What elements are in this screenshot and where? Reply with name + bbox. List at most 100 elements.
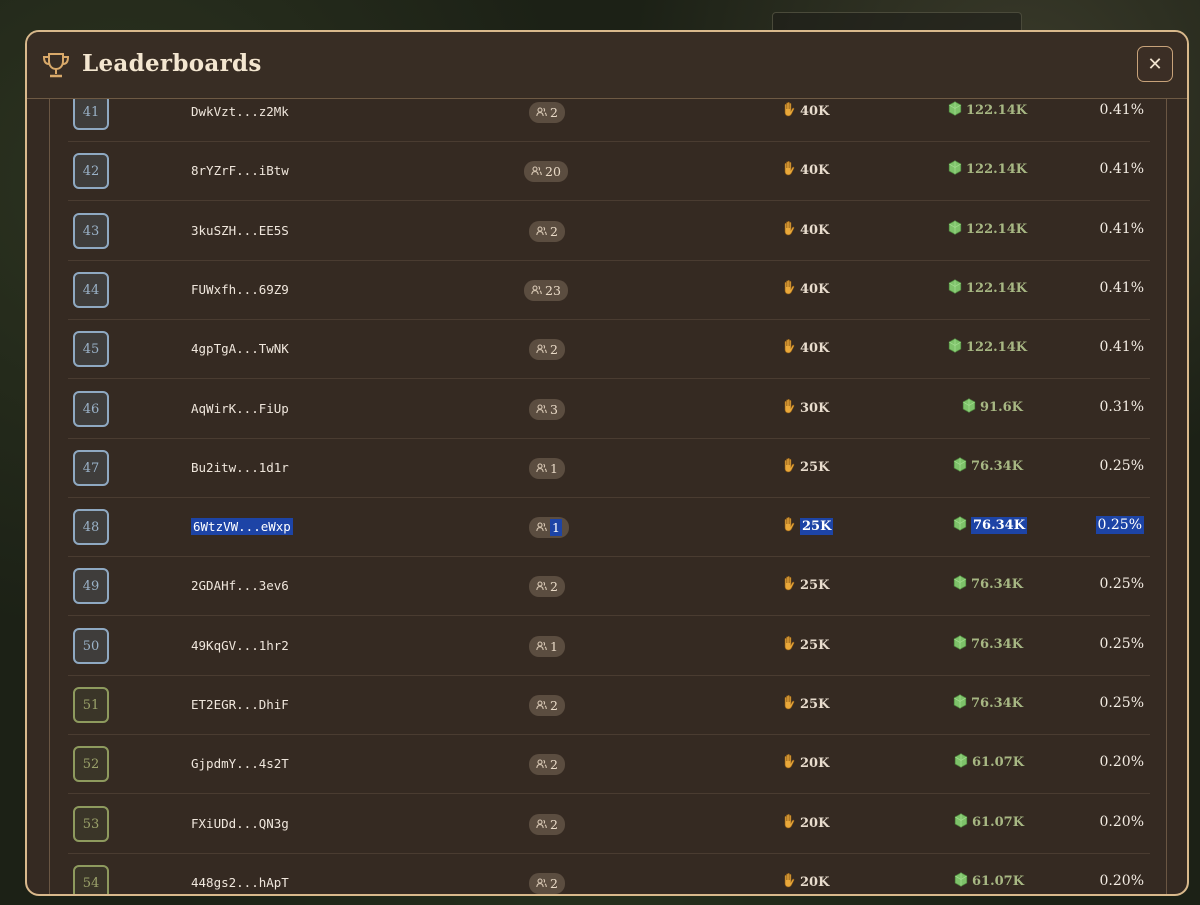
score-value: 30K (800, 400, 830, 416)
hand-icon (782, 516, 796, 536)
wallet-address[interactable]: FUWxfh...69Z9 (191, 282, 289, 297)
table-row[interactable]: 45 4gpTgA...TwNK 2 40K 122.14K 0.41% (68, 320, 1150, 379)
wallet-address[interactable]: FXiUDd...QN3g (191, 816, 289, 831)
score-value: 20K (800, 755, 830, 771)
reward-cell: 76.34K (953, 516, 1028, 535)
reward-cell: 61.07K (954, 813, 1024, 832)
table-row[interactable]: 47 Bu2itw...1d1r 1 25K 76.34K 0.25% (68, 439, 1150, 498)
wallet-address[interactable]: 4gpTgA...TwNK (191, 341, 289, 356)
score-value: 25K (800, 577, 830, 593)
reward-value: 76.34K (971, 577, 1024, 592)
table-row[interactable]: 50 49KqGV...1hr2 1 25K 76.34K 0.25% (68, 617, 1150, 676)
people-icon (536, 579, 547, 594)
wallet-address[interactable]: DwkVzt...z2Mk (191, 104, 289, 119)
gem-icon (948, 101, 962, 120)
score-cell: 20K (782, 872, 829, 892)
reward-cell: 91.6K (962, 398, 1023, 417)
wallet-address[interactable]: 2GDAHf...3ev6 (191, 578, 289, 593)
reward-cell: 122.14K (948, 220, 1027, 239)
people-icon (536, 817, 547, 832)
table-row[interactable]: 42 8rYZrF...iBtw 20 40K 122.14K 0.41% (68, 142, 1150, 201)
score-value: 25K (800, 517, 834, 535)
wallet-address[interactable]: 448gs2...hApT (191, 875, 289, 890)
table-row[interactable]: 54 448gs2...hApT 2 20K 61.07K 0.20% (68, 854, 1150, 894)
table-row[interactable]: 43 3kuSZH...EE5S 2 40K 122.14K 0.41% (68, 202, 1150, 261)
reward-cell: 61.07K (954, 753, 1024, 772)
members-count: 2 (550, 876, 558, 891)
people-icon (536, 757, 547, 772)
members-count: 1 (550, 639, 558, 654)
people-icon (536, 698, 547, 713)
trophy-icon (42, 53, 70, 78)
table-row[interactable]: 51 ET2EGR...DhiF 2 25K 76.34K 0.25% (68, 676, 1150, 735)
rank-badge: 50 (73, 628, 109, 664)
wallet-address[interactable]: 49KqGV...1hr2 (191, 638, 289, 653)
members-badge: 2 (529, 102, 565, 123)
reward-cell: 122.14K (948, 279, 1027, 298)
leaderboards-modal: Leaderboards ✕ 41 DwkVzt...z2Mk 2 40K 122.14… (25, 30, 1189, 896)
share-percent: 0.41% (1099, 161, 1144, 177)
table-row[interactable]: 46 AqWirK...FiUp 3 30K 91.6K 0.31% (68, 380, 1150, 439)
gem-icon (953, 694, 967, 713)
score-value: 25K (800, 637, 830, 653)
wallet-address[interactable]: AqWirK...FiUp (191, 401, 289, 416)
gem-icon (954, 753, 968, 772)
share-percent: 0.25% (1099, 636, 1144, 652)
members-badge: 23 (524, 280, 568, 301)
hand-icon (782, 753, 796, 773)
share-percent: 0.41% (1099, 102, 1144, 118)
share-percent: 0.41% (1099, 280, 1144, 296)
wallet-address[interactable]: 8rYZrF...iBtw (191, 163, 289, 178)
people-icon (536, 224, 547, 239)
score-cell: 40K (782, 279, 829, 299)
table-row[interactable]: 53 FXiUDd...QN3g 2 20K 61.07K 0.20% (68, 795, 1150, 854)
gem-icon (953, 516, 967, 535)
wallet-address[interactable]: GjpdmY...4s2T (191, 756, 289, 771)
wallet-address[interactable]: ET2EGR...DhiF (191, 697, 289, 712)
hand-icon (782, 872, 796, 892)
hand-icon (782, 575, 796, 595)
table-row[interactable]: 52 GjpdmY...4s2T 2 20K 61.07K 0.20% (68, 735, 1150, 794)
table-row[interactable]: 41 DwkVzt...z2Mk 2 40K 122.14K 0.41% (68, 99, 1150, 142)
gem-icon (954, 813, 968, 832)
score-value: 25K (800, 459, 830, 475)
gem-icon (948, 220, 962, 239)
gem-icon (953, 635, 967, 654)
share-percent: 0.25% (1099, 576, 1144, 592)
gem-icon (953, 457, 967, 476)
members-count: 2 (550, 224, 558, 239)
reward-value: 122.14K (966, 162, 1028, 177)
close-icon: ✕ (1147, 53, 1163, 75)
reward-cell: 122.14K (948, 101, 1027, 120)
people-icon (536, 342, 547, 357)
people-icon (531, 164, 542, 179)
hand-icon (782, 279, 796, 299)
reward-value: 76.34K (971, 637, 1024, 652)
reward-cell: 122.14K (948, 338, 1027, 357)
members-count: 1 (550, 461, 558, 476)
people-icon (536, 639, 547, 654)
gem-icon (948, 279, 962, 298)
table-row[interactable]: 44 FUWxfh...69Z9 23 40K 122.14K 0.41% (68, 261, 1150, 320)
members-count: 2 (550, 579, 558, 594)
table-row[interactable]: 49 2GDAHf...3ev6 2 25K 76.34K 0.25% (68, 557, 1150, 616)
hand-icon (782, 694, 796, 714)
leaderboard-table[interactable]: 41 DwkVzt...z2Mk 2 40K 122.14K 0.41% 42 8rYZrF.… (49, 99, 1167, 894)
wallet-address[interactable]: 3kuSZH...EE5S (191, 223, 289, 238)
table-row[interactable]: 48 6WtzVW...eWxp 1 25K 76.34K 0.25% (68, 498, 1150, 557)
rank-badge: 52 (73, 746, 109, 782)
wallet-address[interactable]: 6WtzVW...eWxp (191, 518, 293, 535)
hand-icon (782, 635, 796, 655)
reward-value: 76.34K (971, 696, 1024, 711)
close-button[interactable]: ✕ (1137, 46, 1173, 82)
members-badge: 2 (529, 576, 565, 597)
members-badge: 2 (529, 814, 565, 835)
hand-icon (782, 338, 796, 358)
members-badge: 2 (529, 695, 565, 716)
share-percent: 0.25% (1095, 516, 1144, 534)
share-percent: 0.20% (1099, 814, 1144, 830)
reward-cell: 76.34K (953, 635, 1023, 654)
members-count: 23 (545, 283, 561, 298)
members-badge: 20 (524, 161, 568, 182)
wallet-address[interactable]: Bu2itw...1d1r (191, 460, 289, 475)
